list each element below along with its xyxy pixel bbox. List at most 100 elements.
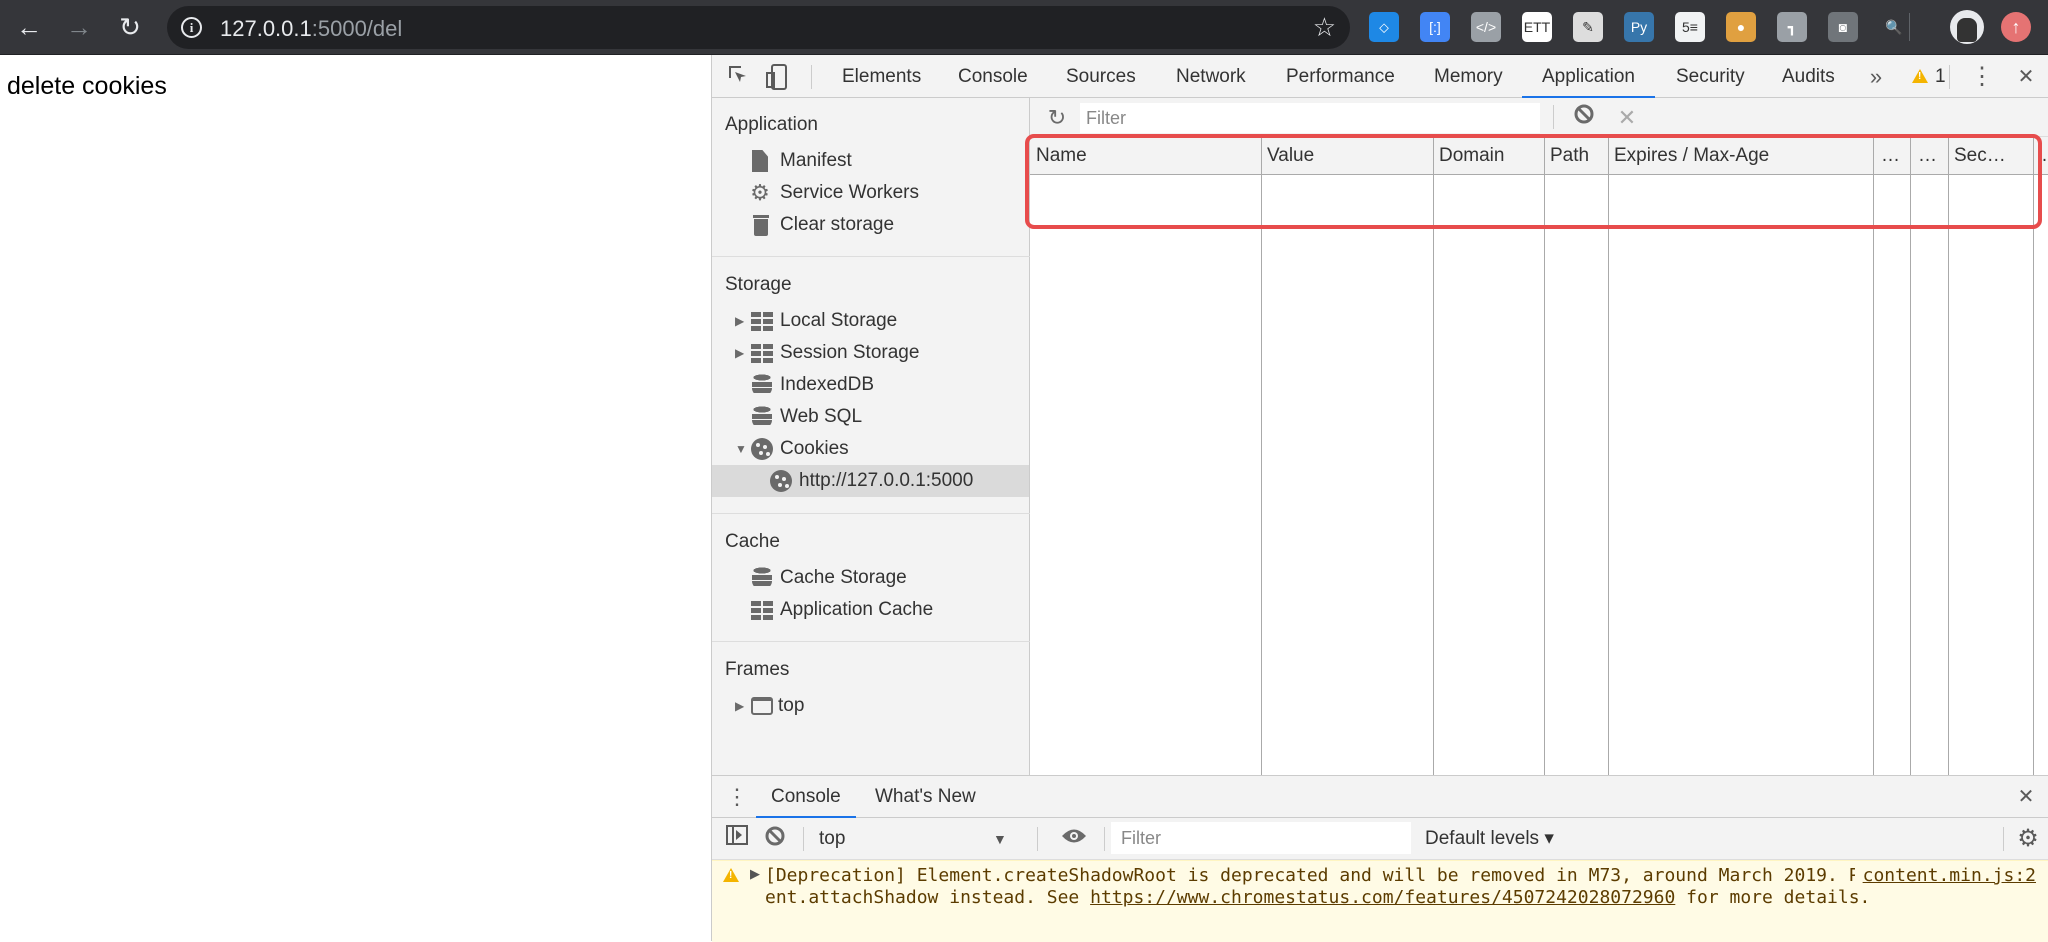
sidebar-item-web-sql[interactable]: Web SQL [712, 401, 1029, 433]
table-header-row: Name Value Domain Path Expires / Max-Age…… Se… [1030, 137, 2048, 175]
url-text[interactable]: 127.0.0.1:5000/del [220, 16, 402, 42]
more-tabs-icon[interactable]: » [1862, 63, 1890, 91]
sidebar-item-cookie-origin[interactable]: http://127.0.0.1:5000 [712, 465, 1029, 497]
sidebar-item-clear-storage[interactable]: Clear storage [712, 209, 1029, 241]
cookie-filter-input[interactable] [1080, 103, 1540, 133]
devtools-menu-icon[interactable]: ⋮ [1968, 63, 1996, 91]
tab-sources[interactable]: Sources [1064, 55, 1138, 98]
database-icon [752, 567, 772, 589]
column-header-expires-max-age[interactable]: Expires / Max-Age [1608, 137, 1873, 175]
column-divider[interactable] [1910, 137, 1911, 775]
clear-console-icon[interactable] [761, 825, 789, 853]
log-levels-dropdown[interactable]: Default levels ▾ [1425, 818, 1554, 860]
section-application: Application [725, 114, 818, 135]
block-icon [1574, 104, 1594, 124]
expand-arrow-icon[interactable]: ▶ [735, 690, 747, 722]
code-extension-icon[interactable]: </> [1471, 12, 1501, 42]
cookies-table: Name Value Domain Path Expires / Max-Age…… Se… [1030, 137, 2048, 775]
column-header-name[interactable]: Name [1030, 137, 1261, 175]
profile-avatar-icon[interactable] [1950, 10, 1984, 44]
toolbar-separator [2003, 827, 2004, 851]
tool-extension-icon[interactable]: ┓ [1777, 12, 1807, 42]
tab-audits[interactable]: Audits [1780, 55, 1837, 98]
cookie-toolbar: ↻ ✕ [1030, 98, 2048, 137]
update-arrow-icon[interactable]: ↑ [2001, 12, 2031, 42]
forward-button[interactable]: → [62, 10, 96, 44]
column-divider[interactable] [1433, 137, 1434, 775]
ett-extension-icon[interactable]: ETT [1522, 12, 1552, 42]
device-toolbar-icon[interactable] [764, 63, 792, 91]
sidebar-item-application-cache[interactable]: Application Cache [712, 594, 1029, 626]
trash-icon [753, 214, 769, 236]
warning-icon[interactable] [1912, 69, 1928, 83]
note-extension-icon[interactable]: ✎ [1573, 12, 1603, 42]
clear-all-cookies-button[interactable] [1569, 103, 1599, 133]
tab-performance[interactable]: Performance [1284, 55, 1397, 98]
live-expression-eye-icon[interactable] [1060, 825, 1088, 853]
column-header-path[interactable]: Path [1544, 137, 1608, 175]
message-source-link[interactable]: content.min.js:2 [1854, 865, 2036, 887]
sidebar-toggle-icon[interactable] [723, 825, 751, 853]
tab-console[interactable]: Console [956, 55, 1030, 98]
column-divider[interactable] [1261, 137, 1262, 775]
tab-application[interactable]: Application [1522, 55, 1655, 99]
column-header-domain[interactable]: Domain [1433, 137, 1544, 175]
sidebar-item-label: Local Storage [780, 310, 898, 331]
expand-arrow-icon[interactable]: ▶ [735, 305, 747, 337]
close-devtools-icon[interactable]: ✕ [2012, 63, 2040, 91]
expand-arrow-icon[interactable]: ▶ [735, 337, 747, 369]
back-button[interactable]: ← [12, 10, 46, 44]
column-header-truncated[interactable]: … [2033, 137, 2048, 175]
column-divider[interactable] [2033, 137, 2034, 775]
reload-button[interactable]: ↻ [113, 10, 147, 44]
column-divider[interactable] [1948, 137, 1949, 775]
warning-count[interactable]: 1 [1933, 55, 1948, 98]
record-extension-icon[interactable]: ◙ [1828, 12, 1858, 42]
sidebar-item-manifest[interactable]: Manifest [712, 145, 1029, 177]
gear-icon: ⚙ [750, 180, 770, 205]
tab-security[interactable]: Security [1674, 55, 1747, 98]
address-bar[interactable]: i 127.0.0.1:5000/del ☆ [167, 6, 1350, 49]
balloon-extension-icon[interactable]: ⬦ [1369, 12, 1399, 42]
context-value: top [819, 828, 846, 849]
column-header-value[interactable]: Value [1261, 137, 1433, 175]
sidebar-item-frame-top[interactable]: ▶ top [712, 690, 1029, 722]
column-header-truncated[interactable]: … [1873, 137, 1910, 175]
drawer-tab-whats-new[interactable]: What's New [875, 776, 976, 818]
python-extension-icon[interactable]: Py [1624, 12, 1654, 42]
sidebar-item-session-storage[interactable]: ▶ Session Storage [712, 337, 1029, 369]
sidebar-item-service-workers[interactable]: ⚙ Service Workers [712, 177, 1029, 209]
cookie-extension-icon[interactable]: ● [1726, 12, 1756, 42]
bookmark-star-icon[interactable]: ☆ [1313, 12, 1336, 43]
column-header-sec[interactable]: Sec… [1948, 137, 2033, 175]
tab-elements[interactable]: Elements [840, 55, 923, 98]
tab-network[interactable]: Network [1174, 55, 1248, 98]
delete-selected-cookie-button[interactable]: ✕ [1612, 103, 1642, 133]
column-header-truncated[interactable]: … [1910, 137, 1948, 175]
tab-memory[interactable]: Memory [1432, 55, 1505, 98]
tag-extension-icon[interactable]: [:] [1420, 12, 1450, 42]
info-icon[interactable]: i [181, 17, 202, 38]
sidebar-item-cache-storage[interactable]: Cache Storage [712, 562, 1029, 594]
sidebar-item-indexeddb[interactable]: IndexedDB [712, 369, 1029, 401]
refresh-icon[interactable]: ↻ [1042, 103, 1072, 133]
drawer-menu-icon[interactable]: ⋮ [723, 783, 751, 811]
reload-icon: ↻ [119, 12, 141, 42]
console-settings-gear-icon[interactable]: ⚙ [2014, 825, 2042, 853]
sidebar-item-cookies[interactable]: ▼ Cookies [712, 433, 1029, 465]
inspect-element-icon[interactable] [724, 63, 752, 91]
sidebar-item-label: top [778, 695, 805, 716]
column-divider[interactable] [1544, 137, 1545, 775]
sidebar-item-local-storage[interactable]: ▶ Local Storage [712, 305, 1029, 337]
drawer-tab-console[interactable]: Console [756, 776, 856, 819]
column-divider[interactable] [1608, 137, 1609, 775]
context-selector[interactable]: top ▼ [819, 818, 1019, 860]
sheet-extension-icon[interactable]: 5≡ [1675, 12, 1705, 42]
collapse-arrow-icon[interactable]: ▼ [735, 433, 747, 465]
close-drawer-icon[interactable]: ✕ [2012, 783, 2040, 811]
column-divider[interactable] [1873, 137, 1874, 775]
magnifier-extension-icon[interactable]: 🔍 [1879, 12, 1909, 42]
console-filter-input[interactable] [1111, 822, 1411, 854]
sidebar-item-label: Clear storage [780, 214, 895, 235]
message-link[interactable]: https://www.chromestatus.com/features/45… [1090, 887, 1675, 908]
